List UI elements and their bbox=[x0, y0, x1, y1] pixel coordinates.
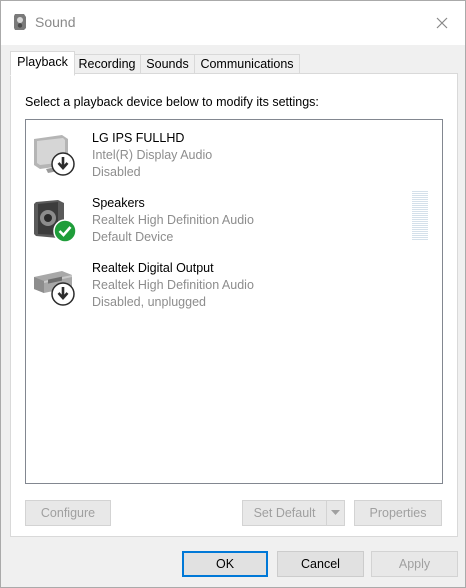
playback-panel: Select a playback device below to modify… bbox=[10, 73, 458, 537]
title-bar: Sound bbox=[1, 1, 465, 45]
device-name: Speakers bbox=[92, 196, 145, 210]
configure-button[interactable]: Configure bbox=[25, 500, 111, 526]
cancel-button[interactable]: Cancel bbox=[277, 551, 364, 577]
green-check-badge-icon bbox=[53, 219, 77, 243]
volume-level-meter bbox=[412, 191, 428, 241]
instruction-text: Select a playback device below to modify… bbox=[25, 95, 319, 109]
speaker-icon bbox=[32, 196, 82, 246]
device-driver: Intel(R) Display Audio bbox=[92, 148, 213, 162]
device-name: LG IPS FULLHD bbox=[92, 131, 185, 145]
device-driver: Realtek High Definition Audio bbox=[92, 213, 254, 227]
tab-playback[interactable]: Playback bbox=[10, 51, 75, 76]
device-status: Disabled, unplugged bbox=[92, 295, 206, 309]
speaker-app-icon bbox=[12, 13, 28, 31]
window-title: Sound bbox=[35, 14, 76, 30]
close-icon bbox=[436, 17, 448, 29]
device-driver: Realtek High Definition Audio bbox=[92, 278, 254, 292]
set-default-dropdown[interactable] bbox=[326, 500, 345, 526]
device-item-speakers[interactable]: Speakers Realtek High Definition Audio D… bbox=[26, 190, 440, 255]
close-button[interactable] bbox=[427, 9, 457, 37]
apply-button[interactable]: Apply bbox=[371, 551, 458, 577]
down-arrow-badge-icon bbox=[51, 282, 75, 306]
monitor-icon bbox=[32, 131, 82, 181]
device-list[interactable]: LG IPS FULLHD Intel(R) Display Audio Dis… bbox=[25, 119, 443, 484]
tab-recording[interactable]: Recording bbox=[73, 54, 141, 74]
sound-dialog: Sound Playback Recording Sounds Communic… bbox=[0, 0, 466, 588]
chevron-down-icon bbox=[331, 510, 340, 515]
device-item-lg-ips-fullhd[interactable]: LG IPS FULLHD Intel(R) Display Audio Dis… bbox=[26, 125, 440, 190]
set-default-button[interactable]: Set Default bbox=[242, 500, 326, 526]
device-status: Default Device bbox=[92, 230, 174, 244]
device-status: Disabled bbox=[92, 165, 141, 179]
tab-sounds[interactable]: Sounds bbox=[140, 54, 195, 74]
digital-output-icon bbox=[32, 261, 82, 311]
properties-button[interactable]: Properties bbox=[354, 500, 442, 526]
tab-communications[interactable]: Communications bbox=[194, 54, 300, 74]
device-name: Realtek Digital Output bbox=[92, 261, 214, 275]
down-arrow-badge-icon bbox=[51, 152, 75, 176]
device-item-realtek-digital-output[interactable]: Realtek Digital Output Realtek High Defi… bbox=[26, 255, 440, 320]
ok-button[interactable]: OK bbox=[182, 551, 268, 577]
